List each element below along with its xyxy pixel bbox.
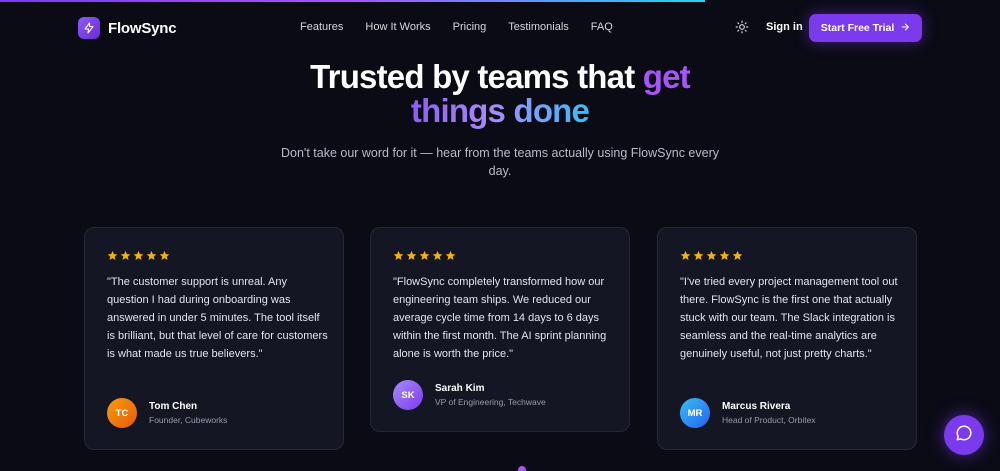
star-icon [133, 250, 144, 260]
testimonial-quote: "The customer support is unreal. Any que… [107, 276, 328, 360]
nav-link-features[interactable]: Features [300, 21, 343, 33]
chat-bubble-icon [955, 424, 973, 447]
author-role: Head of Product, Orbitex [722, 415, 816, 425]
testimonial-author: SK Sarah Kim VP of Engineering, Techwave [393, 380, 546, 410]
testimonial-author: MR Marcus Rivera Head of Product, Orbite… [680, 398, 816, 428]
top-navigation: FlowSync Features How It Works Pricing T… [0, 0, 1000, 56]
avatar: SK [393, 380, 423, 410]
star-icon [107, 250, 118, 260]
avatar: TC [107, 398, 137, 428]
testimonial-card: "The customer support is unreal. Any que… [84, 227, 344, 450]
testimonial-quote: "I've tried every project management too… [680, 276, 898, 360]
title-accent-things-done: things done [410, 92, 590, 129]
author-name: Sarah Kim [435, 383, 485, 394]
star-icon [120, 250, 131, 260]
lightning-bolt-icon [78, 17, 100, 39]
star-icon [419, 250, 430, 260]
nav-link-pricing[interactable]: Pricing [453, 21, 487, 33]
star-icon [159, 250, 170, 260]
nav-link-faq[interactable]: FAQ [591, 21, 613, 33]
star-icon [445, 250, 456, 260]
cta-label: Start Free Trial [820, 22, 895, 34]
star-icon [680, 250, 691, 260]
chat-button[interactable] [944, 415, 984, 455]
decorative-dot [518, 466, 526, 471]
nav-link-testimonials[interactable]: Testimonials [508, 21, 569, 33]
nav-link-how-it-works[interactable]: How It Works [365, 21, 430, 33]
author-name: Marcus Rivera [722, 401, 791, 412]
section-title: Trusted by teams that get things done [0, 60, 1000, 128]
arrow-right-icon [900, 22, 910, 35]
star-icon [693, 250, 704, 260]
star-icon [719, 250, 730, 260]
title-text: Trusted by teams that [310, 58, 643, 95]
sun-icon[interactable] [735, 20, 749, 34]
star-icon [432, 250, 443, 260]
sign-in-link[interactable]: Sign in [766, 21, 803, 33]
author-role: Founder, Cubeworks [149, 415, 228, 425]
star-icon [146, 250, 157, 260]
avatar: MR [680, 398, 710, 428]
nav-links: Features How It Works Pricing Testimonia… [300, 21, 613, 33]
star-icon [706, 250, 717, 260]
testimonial-card: "FlowSync completely transformed how our… [370, 227, 630, 432]
testimonial-quote: "FlowSync completely transformed how our… [393, 276, 607, 360]
start-free-trial-button[interactable]: Start Free Trial [809, 14, 922, 42]
star-rating [680, 250, 743, 261]
star-icon [732, 250, 743, 260]
star-rating [107, 250, 170, 261]
star-rating [393, 250, 456, 261]
title-accent-get: get [642, 58, 691, 95]
testimonial-author: TC Tom Chen Founder, Cubeworks [107, 398, 227, 428]
section-subtitle: Don't take our word for it — hear from t… [281, 146, 719, 178]
author-name: Tom Chen [149, 401, 198, 412]
brand-logo[interactable]: FlowSync [78, 17, 177, 39]
author-role: VP of Engineering, Techwave [435, 397, 546, 407]
brand-name: FlowSync [108, 19, 177, 37]
star-icon [393, 250, 404, 260]
testimonial-card: "I've tried every project management too… [657, 227, 917, 450]
star-icon [406, 250, 417, 260]
